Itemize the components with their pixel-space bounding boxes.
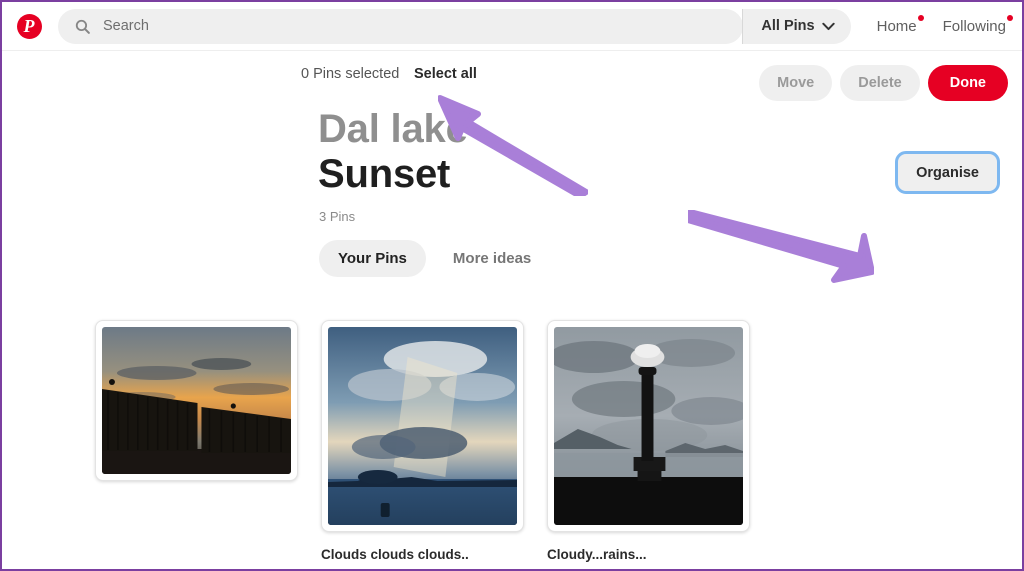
organise-button-wrapper: Organise bbox=[895, 151, 1000, 194]
header-nav: Home Following bbox=[876, 14, 1013, 35]
pin-card[interactable]: Cloudy...rains... bbox=[547, 320, 750, 564]
app-header: P All Pins Home Following bbox=[2, 2, 1022, 51]
selection-count-label: 0 Pins selected bbox=[301, 66, 400, 82]
pinterest-logo-icon: P bbox=[16, 13, 42, 39]
select-all-button[interactable]: Select all bbox=[414, 66, 477, 82]
move-button[interactable]: Move bbox=[759, 65, 833, 101]
chevron-down-icon bbox=[821, 22, 835, 30]
board-tabs: Your Pins More ideas bbox=[319, 239, 1022, 277]
notification-dot-icon bbox=[917, 14, 924, 21]
pin-image-clouds-over-lake bbox=[328, 327, 517, 525]
notification-dot-icon bbox=[1007, 14, 1013, 21]
pin-image-lamp-post-cloudy bbox=[554, 327, 743, 525]
pin-grid: Clouds clouds clouds.. Cloudy...rains... bbox=[95, 320, 750, 564]
nav-link-home-label: Home bbox=[876, 17, 917, 35]
tab-more-ideas[interactable]: More ideas bbox=[434, 240, 550, 277]
all-pins-label: All Pins bbox=[761, 18, 815, 34]
search-icon bbox=[75, 19, 90, 34]
pinterest-logo-button[interactable]: P bbox=[10, 7, 48, 45]
board-title-line-1: Dal lake bbox=[318, 107, 468, 151]
nav-link-following[interactable]: Following bbox=[942, 14, 1013, 35]
organise-button[interactable]: Organise bbox=[895, 151, 1000, 194]
search-bar[interactable] bbox=[58, 8, 744, 44]
pin-image-sunset-fence bbox=[102, 327, 291, 474]
pinterest-board-page: P All Pins Home Following bbox=[0, 0, 1024, 571]
delete-button[interactable]: Delete bbox=[840, 65, 920, 101]
search-input[interactable] bbox=[103, 18, 728, 34]
tab-your-pins[interactable]: Your Pins bbox=[319, 239, 426, 277]
pin-frame bbox=[547, 320, 750, 532]
all-pins-filter-dropdown[interactable]: All Pins bbox=[742, 8, 851, 44]
board-pin-count: 3 Pins bbox=[319, 208, 356, 224]
pin-frame bbox=[321, 320, 524, 532]
pin-caption: Clouds clouds clouds.. bbox=[321, 547, 469, 562]
done-button[interactable]: Done bbox=[927, 65, 1008, 101]
pin-frame bbox=[95, 320, 298, 481]
selection-toolbar: 0 Pins selected Select all Move Delete D… bbox=[2, 51, 1022, 107]
pin-card[interactable]: Clouds clouds clouds.. bbox=[321, 320, 524, 564]
pin-caption: Cloudy...rains... bbox=[547, 547, 647, 562]
nav-link-home[interactable]: Home bbox=[876, 14, 924, 35]
logo-letter: P bbox=[23, 15, 35, 36]
pin-card[interactable] bbox=[95, 320, 298, 564]
toolbar-actions: Move Delete Done bbox=[759, 65, 1008, 101]
board-header: Dal lake Sunset 3 Pins Your Pins More id… bbox=[2, 107, 1022, 277]
nav-link-following-label: Following bbox=[942, 17, 1006, 35]
